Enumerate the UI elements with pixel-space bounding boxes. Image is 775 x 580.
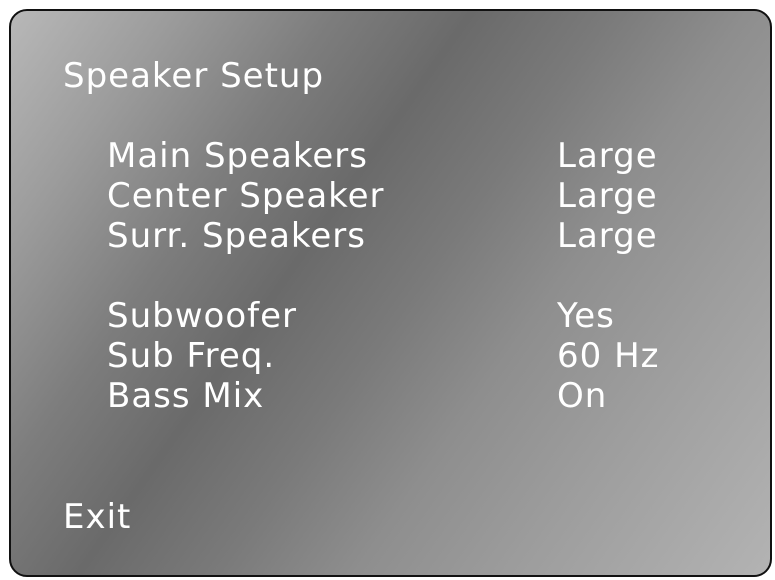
menu-item-sub-freq[interactable]: Sub Freq. 60 Hz <box>107 336 707 376</box>
speaker-setup-menu: Speaker Setup Main Speakers Large Center… <box>9 9 772 577</box>
menu-item-label: Bass Mix <box>107 376 265 416</box>
menu-item-value: Large <box>557 136 658 176</box>
menu-item-value: Yes <box>557 296 615 336</box>
menu-item-bass-mix[interactable]: Bass Mix On <box>107 376 707 416</box>
menu-item-label: Surr. Speakers <box>107 216 366 256</box>
menu-item-center-speaker[interactable]: Center Speaker Large <box>107 176 707 216</box>
menu-item-label: Center Speaker <box>107 176 385 216</box>
menu-item-label: Main Speakers <box>107 136 368 176</box>
menu-title: Speaker Setup <box>63 56 325 96</box>
menu-item-value: 60 Hz <box>557 336 660 376</box>
menu-item-label: Subwoofer <box>107 296 297 336</box>
exit-button[interactable]: Exit <box>63 497 131 537</box>
menu-item-subwoofer[interactable]: Subwoofer Yes <box>107 296 707 336</box>
menu-item-value: Large <box>557 176 658 216</box>
menu-item-surround-speakers[interactable]: Surr. Speakers Large <box>107 216 707 256</box>
menu-item-value: On <box>557 376 608 416</box>
menu-item-main-speakers[interactable]: Main Speakers Large <box>107 136 707 176</box>
menu-item-value: Large <box>557 216 658 256</box>
menu-item-label: Sub Freq. <box>107 336 276 376</box>
